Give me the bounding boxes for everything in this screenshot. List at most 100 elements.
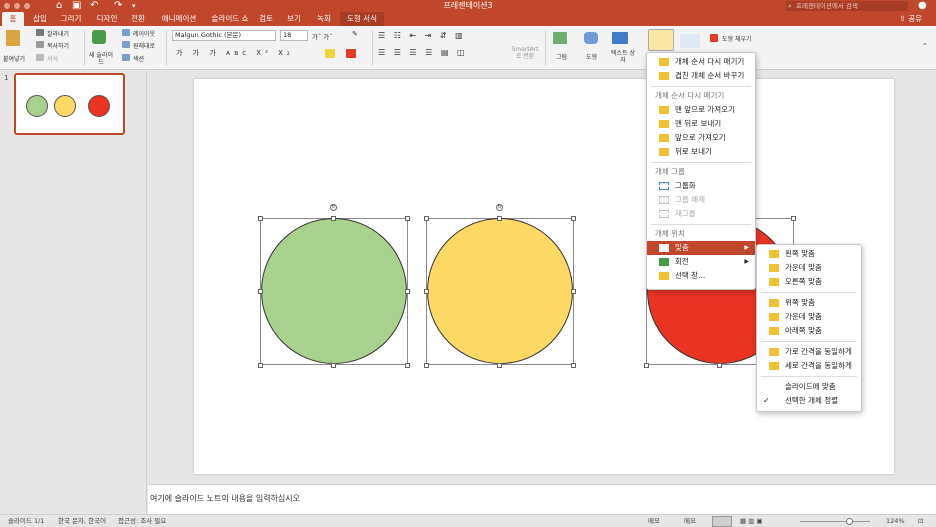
align-to-slide-item[interactable]: 슬라이드에 맞춤 [757, 380, 861, 394]
resize-handle[interactable] [424, 216, 429, 221]
menu-reorder-overlap[interactable]: 겹친 개체 순서 바꾸기 [647, 69, 755, 83]
align-middle-item[interactable]: 가운데 맞춤 [757, 310, 861, 324]
format-painter-icon[interactable] [36, 54, 44, 61]
shape-fill-label[interactable]: 도형 채우기 [722, 34, 752, 43]
tab-review[interactable]: 검토 [256, 12, 276, 26]
align-center-item[interactable]: 가운데 맞춤 [757, 261, 861, 275]
resize-handle[interactable] [717, 363, 722, 368]
notes-toggle[interactable]: 메모 [648, 515, 660, 527]
menu-rotate[interactable]: 회전 ▶ [647, 255, 755, 269]
resize-handle[interactable] [258, 363, 263, 368]
cut-icon[interactable] [36, 29, 44, 36]
menu-selection-pane[interactable]: 선택 창... [647, 269, 755, 283]
collapse-ribbon-icon[interactable]: ⌃ [922, 42, 928, 50]
highlight-icon[interactable] [325, 49, 335, 58]
resize-handle[interactable] [405, 289, 410, 294]
green-circle[interactable] [261, 218, 407, 364]
cut-label[interactable]: 잘라내기 [47, 29, 69, 38]
tab-animations[interactable]: 애니메이션 [156, 12, 202, 26]
menu-reorder[interactable]: 개체 순서 다시 매기기 [647, 55, 755, 69]
distribute-vertical-item[interactable]: 세로 간격을 동일하게 [757, 359, 861, 373]
fit-slide-icon[interactable]: ⊡ [918, 515, 923, 527]
tab-transitions[interactable]: 전환 [126, 12, 150, 26]
comments-toggle[interactable]: 메모 [684, 515, 696, 527]
copy-label[interactable]: 복사하기 [47, 41, 69, 50]
layout-icon[interactable] [122, 29, 130, 36]
resize-handle[interactable] [405, 363, 410, 368]
arrange-button[interactable] [648, 29, 674, 51]
resize-handle[interactable] [258, 289, 263, 294]
accessibility-status[interactable]: 접근성: 조사 필요 [118, 515, 166, 527]
textbox-icon[interactable] [612, 32, 628, 44]
account-icon[interactable]: ● [918, 0, 927, 12]
tab-slideshow[interactable]: 슬라이드 쇼 [206, 12, 254, 26]
shape-fill-icon[interactable] [710, 34, 718, 42]
tab-shape-format[interactable]: 도형 서식 [340, 12, 384, 26]
picture-icon[interactable] [553, 32, 567, 44]
clear-format-icon[interactable]: ✎ [352, 30, 358, 38]
distribute-horizontal-item[interactable]: 가로 간격을 동일하게 [757, 345, 861, 359]
resize-handle[interactable] [571, 363, 576, 368]
language-status[interactable]: 한국 문자, 한국어 [58, 515, 106, 527]
normal-view-button[interactable] [712, 516, 732, 527]
new-slide-icon[interactable] [92, 30, 106, 44]
search-field[interactable]: ⌕ 프레젠테이션에서 검색 [786, 1, 908, 11]
menu-group[interactable]: 그룹화 [647, 179, 755, 193]
menu-bring-forward[interactable]: 앞으로 가져오기 [647, 131, 755, 145]
align-selected-objects-item[interactable]: ✓ 선택한 개체 정렬 [757, 394, 861, 408]
smartart-label[interactable]: SmartArt로 변환 [510, 46, 540, 60]
slide-thumbnail[interactable] [14, 73, 125, 135]
zoom-slider[interactable] [800, 521, 870, 522]
resize-handle[interactable] [331, 216, 336, 221]
menu-bring-to-front[interactable]: 맨 앞으로 가져오기 [647, 103, 755, 117]
resize-handle[interactable] [644, 363, 649, 368]
tab-insert[interactable]: 삽입 [28, 12, 52, 26]
font-style-buttons[interactable]: 가 가 가 ᴀʙᴄ X² X₂ [176, 48, 294, 58]
menu-send-backward[interactable]: 뒤로 보내기 [647, 145, 755, 159]
menu-align[interactable]: 맞춤 ▶ [647, 241, 755, 255]
zoom-level[interactable]: 124% [886, 515, 905, 527]
font-name-combo[interactable]: Malgun Gothic (본문) [172, 30, 276, 41]
resize-handle[interactable] [571, 289, 576, 294]
layout-label[interactable]: 레이아웃 [133, 29, 155, 38]
reset-icon[interactable] [122, 41, 130, 48]
tab-record[interactable]: 녹화 [312, 12, 336, 26]
tab-draw[interactable]: 그리기 [56, 12, 86, 26]
reset-label[interactable]: 원래대로 [133, 41, 155, 50]
resize-handle[interactable] [497, 363, 502, 368]
resize-handle[interactable] [791, 216, 796, 221]
list-buttons[interactable]: ☰ ☷ ⇤ ⇥ ⇵ ▥ [378, 31, 466, 40]
rotate-handle-icon[interactable]: ↻ [330, 204, 337, 211]
format-painter-label[interactable]: 서식 [47, 54, 58, 63]
tab-design[interactable]: 디자인 [92, 12, 122, 26]
share-button[interactable]: ⇪ 공유 [900, 12, 922, 26]
notes-pane[interactable]: 여기에 슬라이드 노트의 내용을 입력하십시오 [148, 484, 936, 514]
yellow-circle[interactable] [427, 218, 573, 364]
resize-handle[interactable] [497, 216, 502, 221]
align-left-item[interactable]: 왼쪽 맞춤 [757, 247, 861, 261]
resize-handle[interactable] [424, 289, 429, 294]
rotate-handle-icon[interactable]: ↻ [496, 204, 503, 211]
copy-icon[interactable] [36, 41, 44, 48]
grow-font-icon[interactable]: 가ˆ 가ˇ [312, 31, 333, 41]
section-label[interactable]: 섹션 [133, 54, 144, 63]
resize-handle[interactable] [424, 363, 429, 368]
resize-handle[interactable] [571, 216, 576, 221]
quick-styles-icon[interactable] [680, 34, 700, 48]
resize-handle[interactable] [258, 216, 263, 221]
resize-handle[interactable] [331, 363, 336, 368]
align-top-item[interactable]: 위쪽 맞춤 [757, 296, 861, 310]
zoom-slider-thumb[interactable] [846, 518, 853, 525]
align-paragraph-buttons[interactable]: ☰ ☰ ☰ ☰ ▤ ◫ [378, 48, 468, 57]
view-buttons[interactable]: ▦ ▥ ▣ [740, 515, 763, 527]
paste-icon[interactable] [6, 30, 20, 46]
shapes-icon[interactable] [584, 32, 598, 44]
tab-home[interactable]: 홈 [2, 12, 24, 26]
tab-view[interactable]: 보기 [284, 12, 304, 26]
align-bottom-item[interactable]: 아래쪽 맞춤 [757, 324, 861, 338]
menu-send-to-back[interactable]: 맨 뒤로 보내기 [647, 117, 755, 131]
font-size-combo[interactable]: 18 [280, 30, 308, 41]
resize-handle[interactable] [405, 216, 410, 221]
align-right-item[interactable]: 오른쪽 맞춤 [757, 275, 861, 289]
font-color-icon[interactable] [346, 49, 356, 58]
